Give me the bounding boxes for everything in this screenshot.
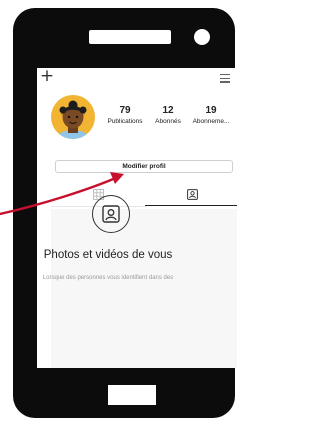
annotation-arrow [0,172,124,216]
